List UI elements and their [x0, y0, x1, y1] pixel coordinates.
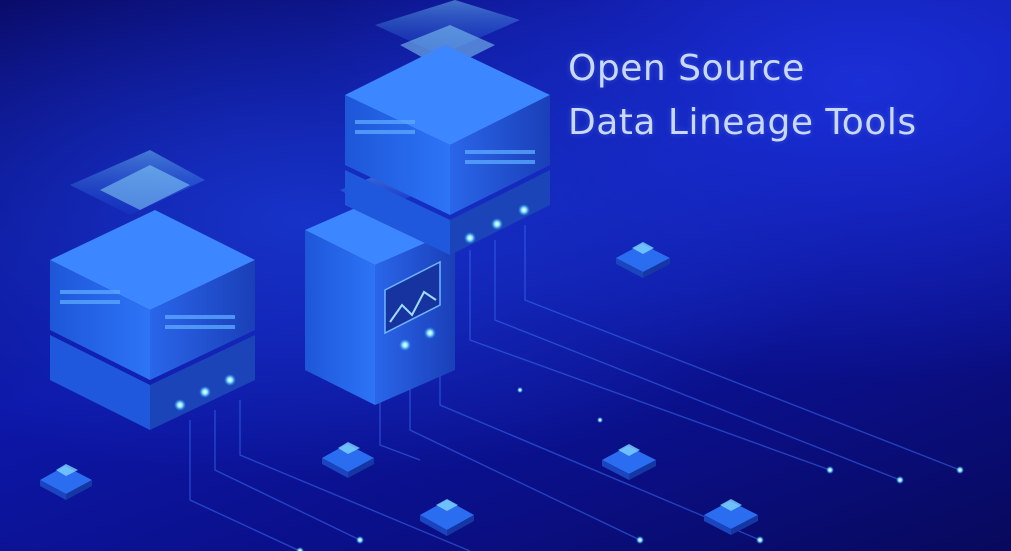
- chip-node: [616, 242, 670, 278]
- chip-node: [704, 499, 758, 535]
- page-title: Open Source Data Lineage Tools: [568, 42, 917, 150]
- title-line-2: Data Lineage Tools: [568, 102, 917, 143]
- server-left: [50, 150, 255, 430]
- title-line-1: Open Source: [568, 48, 805, 89]
- server-top: [345, 0, 550, 255]
- hero-banner: Open Source Data Lineage Tools: [0, 0, 1011, 551]
- chip-node: [322, 442, 374, 478]
- chip-node: [602, 444, 656, 480]
- chip-node: [40, 464, 92, 500]
- chip-node: [420, 499, 474, 536]
